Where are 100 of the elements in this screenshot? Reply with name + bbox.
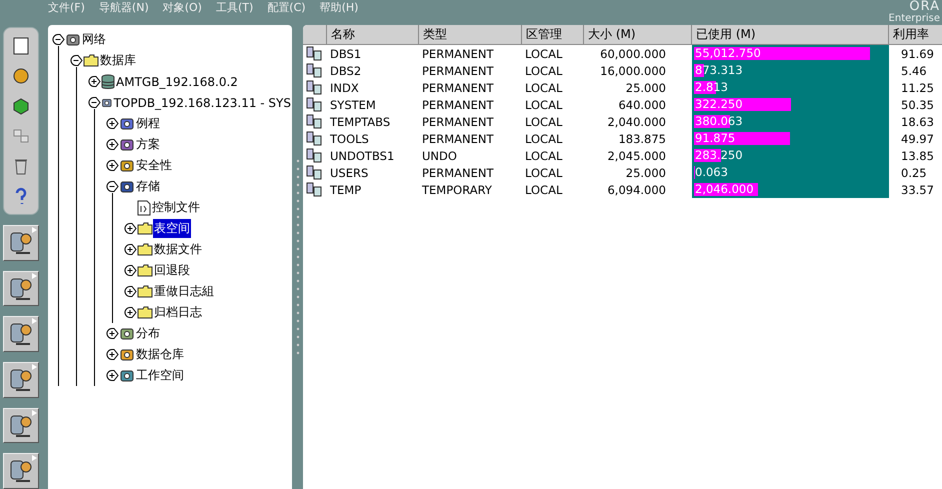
tree-item[interactable]: 控制文件 bbox=[151, 198, 201, 217]
table-cell-text: 13.85 bbox=[900, 148, 935, 164]
tree-item[interactable]: 分布 bbox=[135, 324, 161, 343]
collapse-icon[interactable] bbox=[52, 33, 65, 46]
table-cell-text: PERMANENT bbox=[421, 114, 494, 130]
expand-icon[interactable] bbox=[106, 138, 119, 151]
table-cell-text: 0.25 bbox=[900, 164, 928, 181]
expand-icon[interactable] bbox=[106, 327, 119, 340]
tree-item[interactable]: 重做日志組 bbox=[153, 282, 215, 301]
table-cell-text: PERMANENT bbox=[421, 164, 494, 181]
column-header[interactable]: 类型 bbox=[419, 25, 522, 45]
table-cell-text: 49.97 bbox=[900, 130, 935, 147]
table-cell-text: INDX bbox=[329, 80, 360, 96]
table-cell-text: LOCAL bbox=[524, 96, 564, 113]
column-header[interactable]: 已使用 (M) bbox=[692, 25, 889, 45]
table-cell-text: TOOLS bbox=[329, 130, 370, 147]
expand-icon[interactable] bbox=[124, 243, 137, 256]
logo-text: ORA bbox=[909, 0, 940, 13]
tree-item[interactable]: 安全性 bbox=[135, 156, 173, 175]
table-cell-text: DBS1 bbox=[329, 46, 362, 62]
tree-item[interactable]: 数据仓库 bbox=[135, 345, 185, 364]
table-cell-text: 6,094.000 bbox=[606, 182, 667, 198]
table-cell-text: TEMPTABS bbox=[329, 114, 392, 130]
logo-subtitle: Enterprise bbox=[888, 13, 940, 24]
table-cell-text: PERMANENT bbox=[421, 80, 494, 96]
column-header[interactable]: 大小 (M) bbox=[584, 25, 692, 45]
tree-item[interactable]: 例程 bbox=[135, 114, 161, 133]
triangle-icon bbox=[32, 455, 37, 462]
used-value: 2,046.000 bbox=[695, 182, 754, 196]
expand-icon[interactable] bbox=[124, 306, 137, 319]
triangle-icon bbox=[32, 227, 37, 233]
tablespace-icon bbox=[306, 63, 322, 78]
table-cell-text: 18.63 bbox=[900, 114, 935, 130]
used-value: 322.250 bbox=[695, 97, 743, 111]
tool-button[interactable] bbox=[3, 225, 39, 261]
table-cell-text: TEMP bbox=[329, 182, 362, 198]
tool-button[interactable] bbox=[3, 270, 39, 306]
table-cell-text: 91.69 bbox=[900, 46, 935, 62]
tablespace-icon bbox=[306, 46, 322, 61]
tablespace-icon bbox=[306, 131, 322, 146]
tree-item[interactable]: AMTGB_192.168.0.2 bbox=[115, 74, 239, 90]
table-cell-text: 2,045.000 bbox=[606, 148, 667, 164]
table-cell-text: 50.35 bbox=[900, 96, 935, 113]
triangle-icon bbox=[32, 318, 37, 324]
folder-icon bbox=[137, 306, 153, 319]
table-cell-text: LOCAL bbox=[524, 80, 564, 96]
table-cell-text: SYSTEM bbox=[329, 96, 377, 113]
table-cell-text: 5.46 bbox=[900, 62, 928, 79]
tablespace-icon bbox=[306, 182, 322, 197]
table-cell-text: LOCAL bbox=[524, 114, 564, 130]
table-cell-text: UNDO bbox=[421, 148, 458, 164]
tool-button[interactable] bbox=[3, 408, 39, 444]
table-cell-text: LOCAL bbox=[524, 148, 564, 164]
collapse-icon[interactable] bbox=[70, 54, 83, 67]
table-cell-text: UNDOTBS1 bbox=[329, 148, 396, 164]
collapse-icon[interactable] bbox=[106, 180, 119, 193]
tree-item[interactable]: 数据文件 bbox=[153, 240, 203, 259]
table-cell-text: 25.000 bbox=[624, 80, 667, 96]
tree-item[interactable]: 数据库 bbox=[99, 51, 137, 70]
column-header[interactable]: 利用率 bbox=[889, 25, 942, 45]
table-cell-text: 183.875 bbox=[617, 130, 667, 147]
column-header[interactable]: 名称 bbox=[327, 25, 419, 45]
tool-button[interactable] bbox=[3, 316, 39, 352]
expand-icon[interactable] bbox=[124, 222, 137, 235]
tree-item[interactable]: TOPDB_192.168.123.11 - SYS bbox=[112, 94, 292, 110]
table-cell-text: 25.000 bbox=[624, 164, 667, 181]
used-value: 91.875 bbox=[695, 131, 736, 145]
tool-button[interactable] bbox=[3, 362, 39, 398]
tablespace-icon bbox=[306, 148, 322, 163]
expand-icon[interactable] bbox=[124, 285, 137, 298]
used-value: 55,012.750 bbox=[695, 46, 761, 60]
tool-button[interactable] bbox=[3, 453, 39, 489]
expand-icon[interactable] bbox=[106, 117, 119, 130]
tree-item[interactable]: 方案 bbox=[135, 135, 161, 154]
tablespace-icon bbox=[306, 97, 322, 112]
table-cell-text: PERMANENT bbox=[421, 130, 494, 147]
expand-icon[interactable] bbox=[106, 348, 119, 361]
table-cell-text: USERS bbox=[329, 164, 370, 181]
tablespace-icon bbox=[306, 80, 322, 95]
tree-item[interactable]: 表空间 bbox=[153, 219, 191, 238]
table-cell-text: LOCAL bbox=[524, 62, 564, 79]
tree-item[interactable]: 回退段 bbox=[153, 261, 191, 280]
column-header bbox=[303, 25, 327, 45]
tree-item[interactable]: 工作空间 bbox=[135, 366, 185, 385]
used-value: 0.063 bbox=[695, 165, 728, 179]
database-icon bbox=[101, 74, 115, 90]
collapse-icon[interactable] bbox=[88, 96, 101, 109]
expand-icon[interactable] bbox=[124, 264, 137, 277]
tree-item[interactable]: 存储 bbox=[135, 177, 161, 196]
expand-icon[interactable] bbox=[106, 369, 119, 382]
tablespace-icon bbox=[306, 114, 322, 129]
expand-icon[interactable] bbox=[88, 75, 101, 88]
table-cell-text: LOCAL bbox=[524, 130, 564, 147]
expand-icon[interactable] bbox=[106, 159, 119, 172]
folder-icon bbox=[137, 285, 153, 298]
triangle-icon bbox=[32, 272, 37, 279]
column-header[interactable]: 区管理 bbox=[522, 25, 584, 45]
tree-item[interactable]: 网络 bbox=[81, 30, 107, 49]
tree-item[interactable]: 归档日志 bbox=[153, 303, 203, 322]
folder-icon bbox=[83, 54, 99, 67]
